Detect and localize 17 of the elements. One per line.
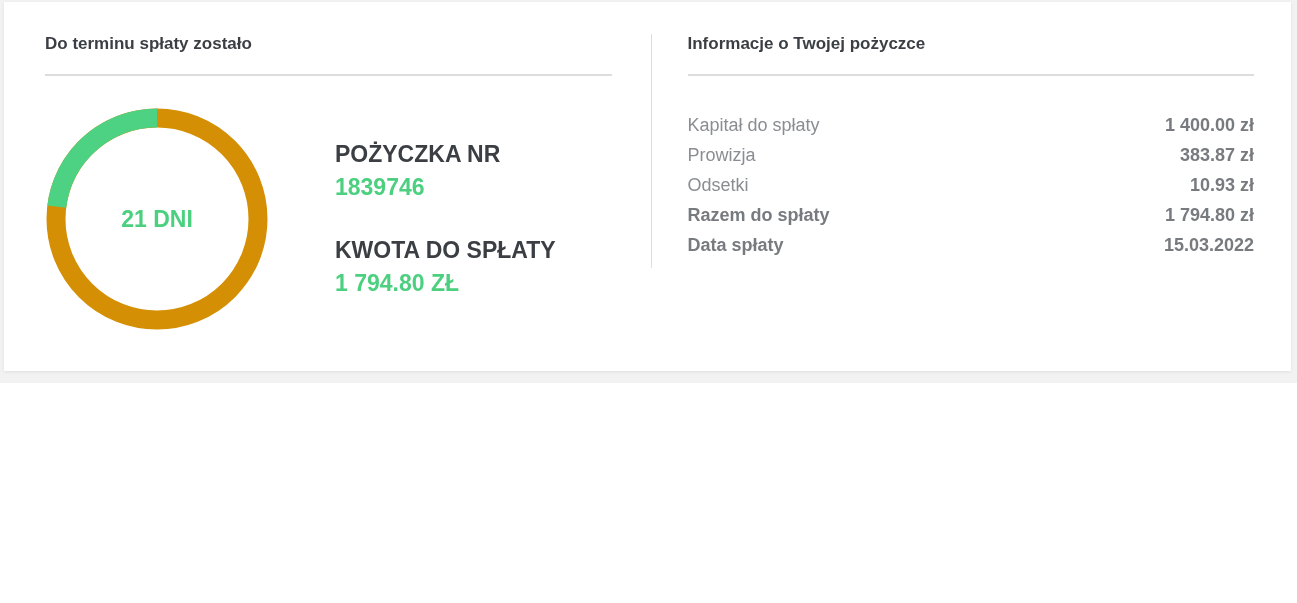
section-title: Do terminu spłaty zostało (45, 34, 612, 76)
row-value: 1 794.80 zł (1164, 204, 1254, 226)
row-label: Odsetki (687, 174, 749, 196)
row-label: Razem do spłaty (687, 204, 830, 226)
row-value: 10.93 zł (1189, 174, 1254, 196)
row-value: 383.87 zł (1179, 144, 1254, 166)
row-value: 15.03.2022 (1163, 234, 1254, 256)
row-label: Prowizja (687, 144, 756, 166)
row-label: Data spłaty (687, 234, 784, 256)
fact-value: 1 794.80 ZŁ (335, 270, 461, 297)
fact-heading: POŻYCZKA NR (335, 141, 502, 168)
fact-heading: KWOTA DO SPŁATY (335, 237, 556, 264)
days-left: 21 DNI (120, 205, 194, 233)
fact-value: 1839746 (335, 174, 426, 201)
section-title: Informacje o Twojej pożyczce (687, 34, 1254, 76)
row-value: 1 400.00 zł (1164, 114, 1254, 136)
row-label: Kapitał do spłaty (687, 114, 820, 136)
